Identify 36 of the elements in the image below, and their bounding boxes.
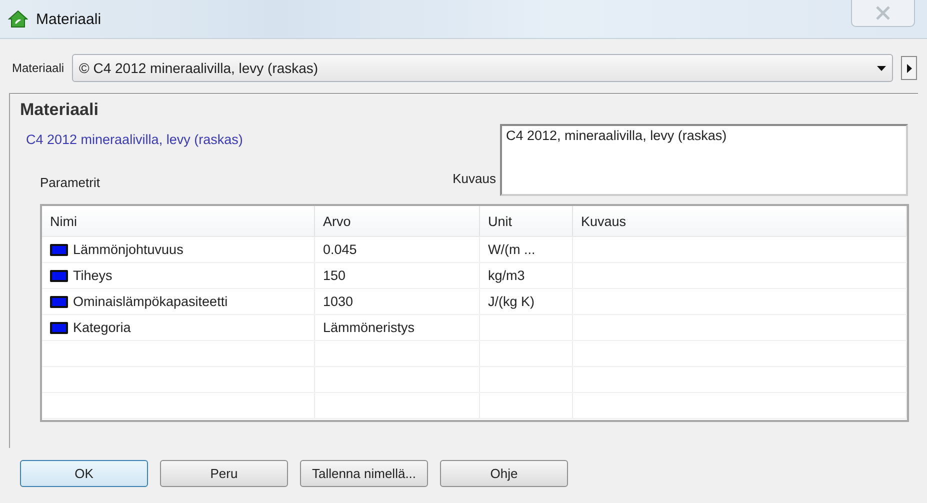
description-field[interactable]: C4 2012, mineraalivilla, levy (raskas) bbox=[500, 124, 908, 196]
window-title: Materiaali bbox=[36, 10, 102, 28]
parameter-icon bbox=[50, 296, 68, 308]
table-cell: Tiheys bbox=[73, 268, 112, 283]
material-name: C4 2012 mineraalivilla, levy (raskas) bbox=[26, 132, 244, 147]
column-header[interactable]: Kuvaus bbox=[572, 206, 906, 236]
table-cell: 150 bbox=[314, 262, 480, 288]
section-heading: Materiaali bbox=[20, 100, 100, 120]
table-cell: Ominaislämpökapasiteetti bbox=[73, 294, 228, 309]
dialog-button[interactable]: Tallenna nimellä... bbox=[300, 460, 428, 487]
parameters-label: Parametrit bbox=[40, 175, 101, 190]
field-label: Materiaali bbox=[12, 61, 64, 75]
dropdown-arrow-icon bbox=[877, 66, 886, 70]
parameter-icon bbox=[50, 270, 68, 282]
column-header[interactable]: Unit bbox=[480, 206, 572, 236]
field-label: Kuvaus bbox=[452, 171, 496, 186]
dialog-button[interactable]: Ohje bbox=[440, 460, 568, 487]
table-cell: 1030 bbox=[314, 288, 480, 314]
table-cell: 0.045 bbox=[314, 236, 480, 262]
next-button[interactable] bbox=[901, 56, 917, 80]
material-dropdown[interactable]: © C4 2012 mineraalivilla, levy (raskas) bbox=[72, 54, 893, 82]
table-cell: W/(m ... bbox=[480, 236, 572, 262]
close-icon bbox=[875, 6, 891, 20]
column-header[interactable]: Arvo bbox=[314, 206, 480, 236]
column-header[interactable]: Nimi bbox=[42, 206, 314, 236]
dialog-button[interactable]: OK bbox=[20, 460, 148, 487]
table-cell: J/(kg K) bbox=[480, 288, 572, 314]
house-icon bbox=[8, 9, 28, 29]
caret-icon bbox=[906, 64, 912, 72]
table-cell: Lämmönjohtuvuus bbox=[73, 242, 184, 257]
parameter-icon bbox=[50, 322, 68, 334]
table-cell: Kategoria bbox=[73, 320, 131, 335]
dialog-button[interactable]: Peru bbox=[160, 460, 288, 487]
parameter-icon bbox=[50, 244, 68, 256]
table-cell: kg/m3 bbox=[480, 262, 572, 288]
table-cell: Lämmöneristys bbox=[314, 314, 480, 340]
